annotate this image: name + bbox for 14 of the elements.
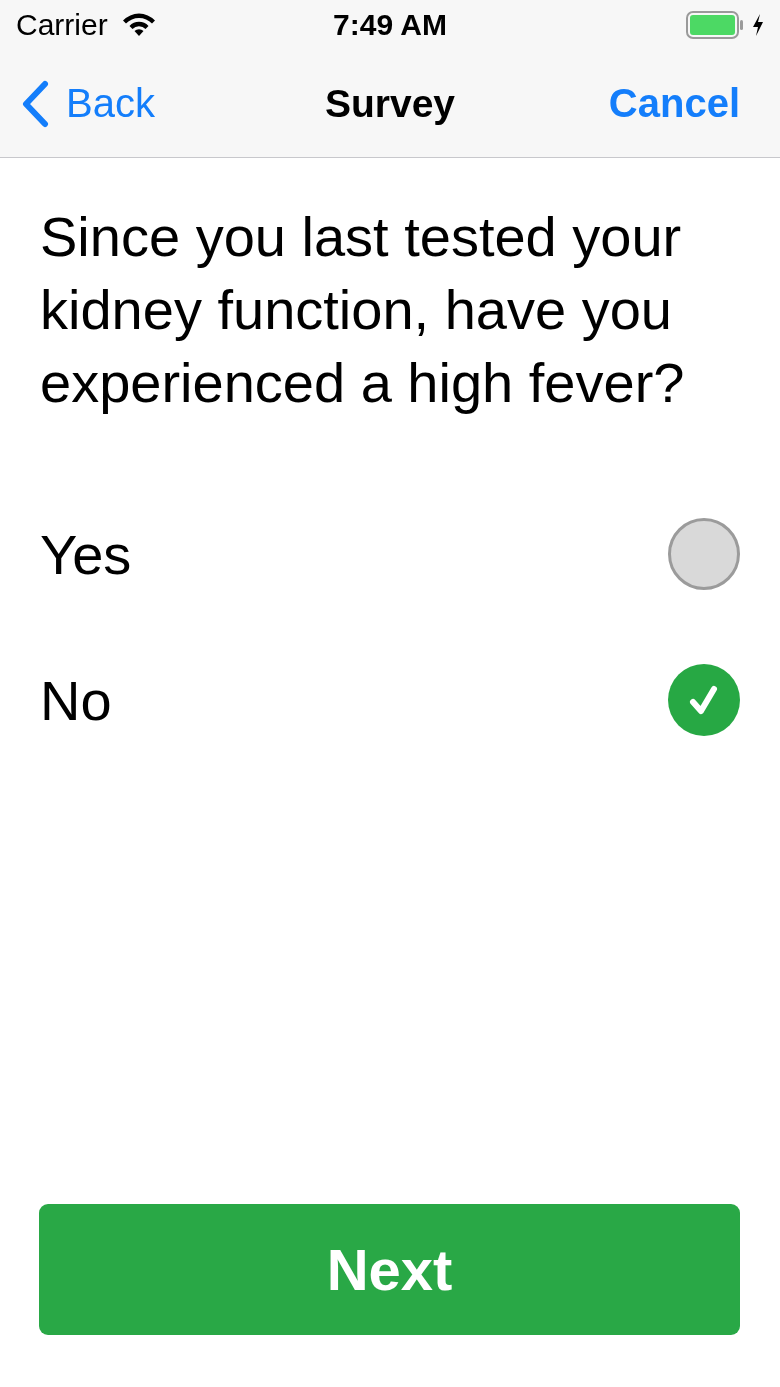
status-time: 7:49 AM — [333, 8, 447, 42]
carrier-name: Carrier — [16, 8, 108, 42]
question-text: Since you last tested your kidney function, have you experienced a high fever? — [40, 204, 686, 416]
next-button[interactable]: Next — [39, 1204, 740, 1335]
unselected-radio-icon[interactable] — [668, 518, 740, 590]
cancel-button[interactable]: Cancel — [608, 81, 740, 126]
wifi-icon — [121, 13, 156, 37]
back-button[interactable]: Back — [20, 79, 155, 128]
answer-label: Yes — [40, 521, 132, 587]
chevron-left-icon — [20, 79, 50, 128]
selected-checkmark-icon[interactable] — [668, 664, 740, 736]
survey-title: Survey — [324, 81, 456, 126]
answer-label: No — [40, 667, 112, 733]
battery-icon — [686, 11, 744, 39]
